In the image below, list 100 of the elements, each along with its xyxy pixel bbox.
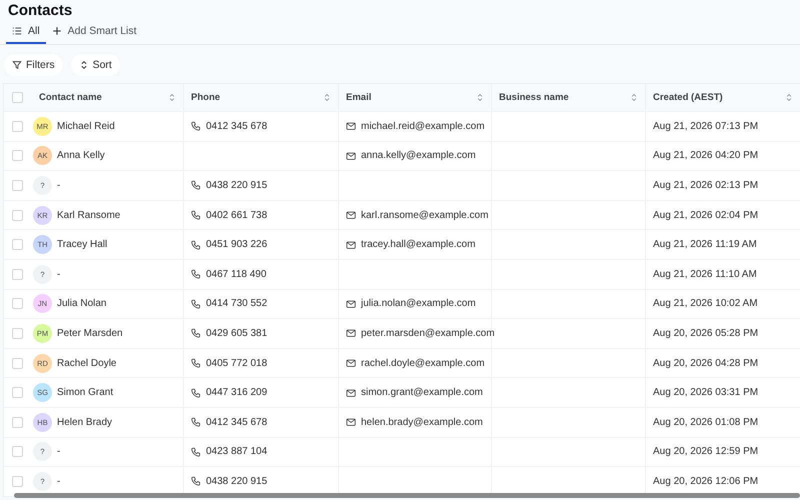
row-checkbox[interactable]	[12, 239, 23, 250]
email-address: julia.nolan@example.com	[361, 298, 476, 310]
mail-icon	[346, 328, 356, 338]
phone-number: 0467 118 490	[206, 268, 266, 280]
email-address: tracey.hall@example.com	[361, 239, 476, 250]
email-address: anna.kelly@example.com	[361, 150, 476, 162]
phone-icon	[191, 388, 201, 398]
row-checkbox[interactable]	[12, 180, 23, 191]
sort-button[interactable]: Sort	[70, 54, 120, 76]
column-header[interactable]: Phone	[184, 84, 339, 111]
contact-name[interactable]: Michael Reid	[57, 120, 115, 132]
plus-icon	[52, 26, 62, 36]
mail-icon	[346, 150, 356, 161]
phone-icon	[191, 240, 201, 250]
phone-number: 0438 220 915	[206, 476, 268, 487]
created-date: Aug 21, 2026 11:10 AM	[653, 268, 757, 280]
phone-icon	[191, 298, 201, 309]
row-checkbox[interactable]	[12, 120, 23, 132]
email-address: simon.grant@example.com	[361, 387, 483, 398]
horizontal-scrollbar[interactable]	[14, 493, 800, 498]
column-header[interactable]: Email	[339, 84, 492, 111]
created-date: Aug 20, 2026 01:08 PM	[653, 416, 758, 428]
phone-icon	[191, 210, 201, 220]
phone-icon	[191, 269, 201, 280]
tab[interactable]: Add Smart List	[46, 20, 143, 44]
phone-number: 0402 661 738	[206, 210, 268, 221]
list-icon	[12, 26, 22, 36]
mail-icon	[346, 210, 356, 220]
row-checkbox[interactable]	[12, 298, 23, 310]
created-date: Aug 21, 2026 04:20 PM	[653, 150, 758, 162]
contact-name[interactable]: Helen Brady	[57, 416, 112, 428]
sort-icon	[324, 93, 330, 102]
row-checkbox[interactable]	[12, 387, 23, 398]
column-header[interactable]: Contact name	[29, 84, 184, 111]
contact-name[interactable]: Anna Kelly	[57, 150, 105, 162]
column-header[interactable]: Business name	[492, 84, 646, 111]
contact-name[interactable]: Simon Grant	[57, 387, 114, 398]
row-checkbox[interactable]	[12, 150, 23, 162]
mail-icon	[346, 358, 356, 368]
row-checkbox[interactable]	[12, 416, 23, 428]
contact-name[interactable]: Rachel Doyle	[57, 358, 116, 369]
contact-name[interactable]: -	[57, 268, 60, 280]
phone-number: 0423 887 104	[206, 446, 268, 458]
contact-name[interactable]: Karl Ransome	[57, 210, 120, 221]
row-checkbox[interactable]	[12, 446, 23, 458]
sort-icon	[631, 93, 637, 102]
created-date: Aug 21, 2026 10:02 AM	[653, 298, 758, 310]
created-date: Aug 20, 2026 12:06 PM	[653, 476, 758, 487]
phone-icon	[191, 446, 201, 457]
mail-icon	[346, 417, 356, 428]
row-checkbox[interactable]	[12, 358, 23, 369]
sort-icon	[786, 93, 792, 102]
contact-name[interactable]: -	[57, 476, 60, 487]
mail-icon	[346, 121, 356, 132]
created-date: Aug 20, 2026 12:59 PM	[653, 446, 758, 458]
select-all-checkbox[interactable]	[12, 92, 23, 103]
mail-icon	[346, 388, 356, 398]
contact-name[interactable]: -	[57, 180, 60, 191]
created-date: Aug 21, 2026 07:13 PM	[653, 120, 758, 132]
phone-number: 0438 220 915	[206, 180, 268, 191]
tab[interactable]: All	[6, 20, 46, 44]
row-checkbox[interactable]	[12, 328, 23, 339]
row-checkbox[interactable]	[12, 268, 23, 280]
contact-name[interactable]: Julia Nolan	[57, 298, 106, 310]
created-date: Aug 21, 2026 02:04 PM	[653, 210, 758, 221]
phone-icon	[191, 121, 201, 132]
phone-icon	[191, 358, 201, 368]
phone-number: 0451 903 226	[206, 239, 268, 250]
page-title: Contacts	[7, 1, 74, 20]
filters-button[interactable]: Filters	[4, 54, 63, 76]
phone-icon	[191, 180, 201, 190]
contact-name[interactable]: -	[57, 446, 60, 458]
row-checkbox[interactable]	[12, 476, 23, 487]
created-date: Aug 21, 2026 02:13 PM	[653, 180, 758, 191]
phone-icon	[191, 328, 201, 338]
email-address: rachel.doyle@example.com	[361, 358, 485, 369]
email-address: karl.ransome@example.com	[361, 210, 488, 221]
column-header[interactable]: Created (AEST)	[646, 84, 800, 111]
created-date: Aug 21, 2026 11:19 AM	[653, 239, 757, 250]
created-date: Aug 20, 2026 05:28 PM	[653, 328, 758, 339]
row-checkbox[interactable]	[12, 210, 23, 221]
phone-number: 0412 345 678	[206, 120, 268, 132]
sort-icon	[477, 93, 483, 102]
contact-name[interactable]: Tracey Hall	[57, 239, 108, 250]
sort-icon	[169, 93, 175, 102]
email-address: helen.brady@example.com	[361, 416, 483, 428]
created-date: Aug 20, 2026 04:28 PM	[653, 358, 758, 369]
email-address: michael.reid@example.com	[361, 120, 485, 132]
filter-icon	[12, 60, 22, 70]
phone-number: 0429 605 381	[206, 328, 268, 339]
mail-icon	[346, 298, 356, 309]
phone-number: 0447 316 209	[206, 387, 268, 398]
phone-number: 0412 345 678	[206, 416, 268, 428]
phone-number: 0405 772 018	[206, 358, 268, 369]
email-address: peter.marsden@example.com	[361, 328, 495, 339]
mail-icon	[346, 240, 356, 250]
phone-number: 0414 730 552	[206, 298, 268, 310]
phone-icon	[191, 476, 201, 486]
phone-icon	[191, 417, 201, 428]
contact-name[interactable]: Peter Marsden	[57, 328, 123, 339]
